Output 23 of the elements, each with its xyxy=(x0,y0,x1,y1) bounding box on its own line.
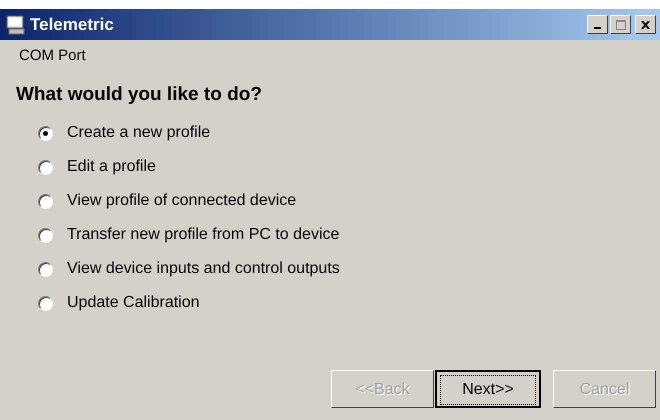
minimize-button[interactable] xyxy=(587,15,608,34)
maximize-icon xyxy=(616,20,626,30)
radio-button[interactable] xyxy=(38,160,53,174)
subtitle: COM Port xyxy=(18,46,87,64)
maximize-button[interactable] xyxy=(610,15,631,34)
option-label[interactable]: Transfer new profile from PC to device xyxy=(67,226,340,244)
option-label[interactable]: Update Calibration xyxy=(67,294,200,312)
minimize-icon xyxy=(594,26,601,28)
option-label[interactable]: View profile of connected device xyxy=(67,192,296,210)
radio-button[interactable] xyxy=(38,126,53,140)
radio-button[interactable] xyxy=(38,194,53,208)
wizard-button[interactable]: Next>> xyxy=(435,370,541,408)
close-button[interactable] xyxy=(635,15,656,34)
option-label[interactable]: Edit a profile xyxy=(67,158,156,176)
computer-icon xyxy=(6,14,26,34)
window-title: Telemetric xyxy=(30,14,115,34)
radio-button[interactable] xyxy=(38,296,53,310)
option-label[interactable]: View device inputs and control outputs xyxy=(67,260,340,278)
radio-button[interactable] xyxy=(38,228,53,242)
heading: What would you like to do? xyxy=(15,83,263,106)
option-label[interactable]: Create a new profile xyxy=(67,124,210,142)
close-icon xyxy=(641,20,650,28)
radio-button[interactable] xyxy=(38,262,53,276)
